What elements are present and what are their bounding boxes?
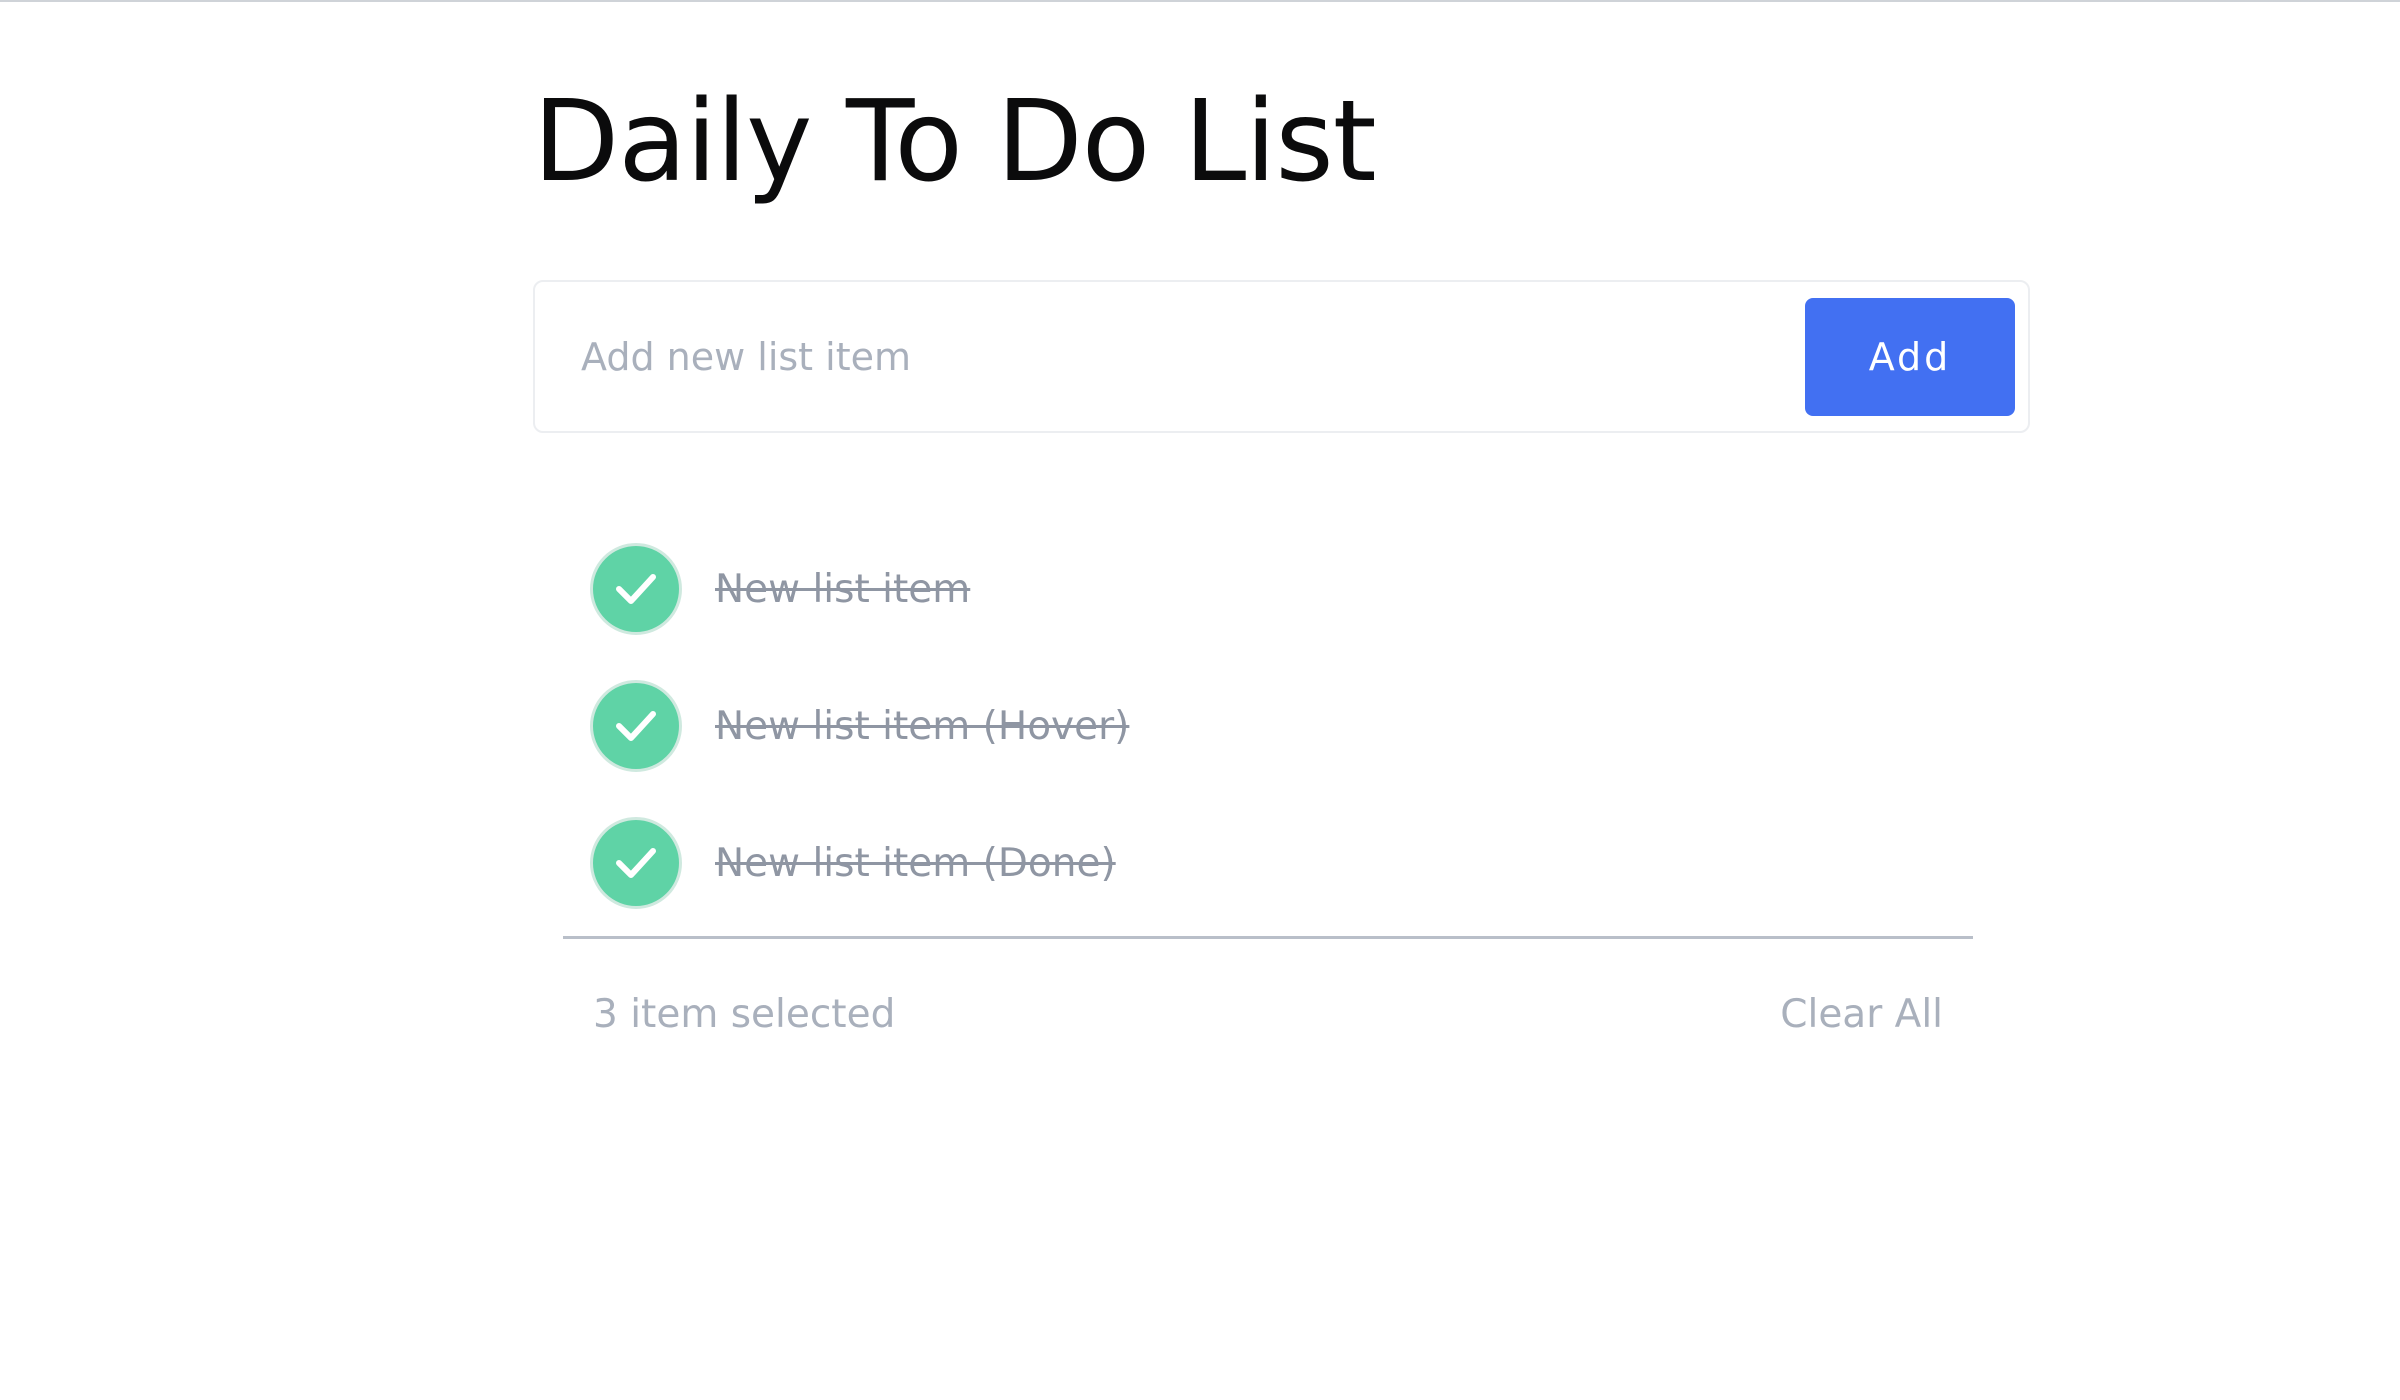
add-item-card: Add [533, 280, 2030, 433]
page-title: Daily To Do List [533, 77, 1377, 207]
checkmark-icon [616, 848, 656, 878]
list-item[interactable]: New list item (Hover) [590, 680, 1890, 817]
list-item[interactable]: New list item [590, 543, 1890, 680]
list-item-label: New list item [715, 567, 971, 612]
checkbox-checked[interactable] [590, 543, 682, 635]
clear-all-button[interactable]: Clear All [1780, 990, 1943, 1040]
list-item-label: New list item (Done) [715, 841, 1116, 886]
add-button[interactable]: Add [1805, 298, 2015, 416]
list-item-label: New list item (Hover) [715, 704, 1130, 749]
todo-list: New list item New list item (Hover) New … [590, 543, 1890, 954]
new-item-input[interactable] [581, 322, 1781, 392]
top-border [0, 0, 2400, 2]
selected-count: 3 item selected [593, 992, 896, 1037]
checkmark-icon [616, 711, 656, 741]
checkbox-checked[interactable] [590, 817, 682, 909]
list-item[interactable]: New list item (Done) [590, 817, 1890, 954]
checkbox-checked[interactable] [590, 680, 682, 772]
divider [563, 936, 1973, 939]
checkmark-icon [616, 574, 656, 604]
